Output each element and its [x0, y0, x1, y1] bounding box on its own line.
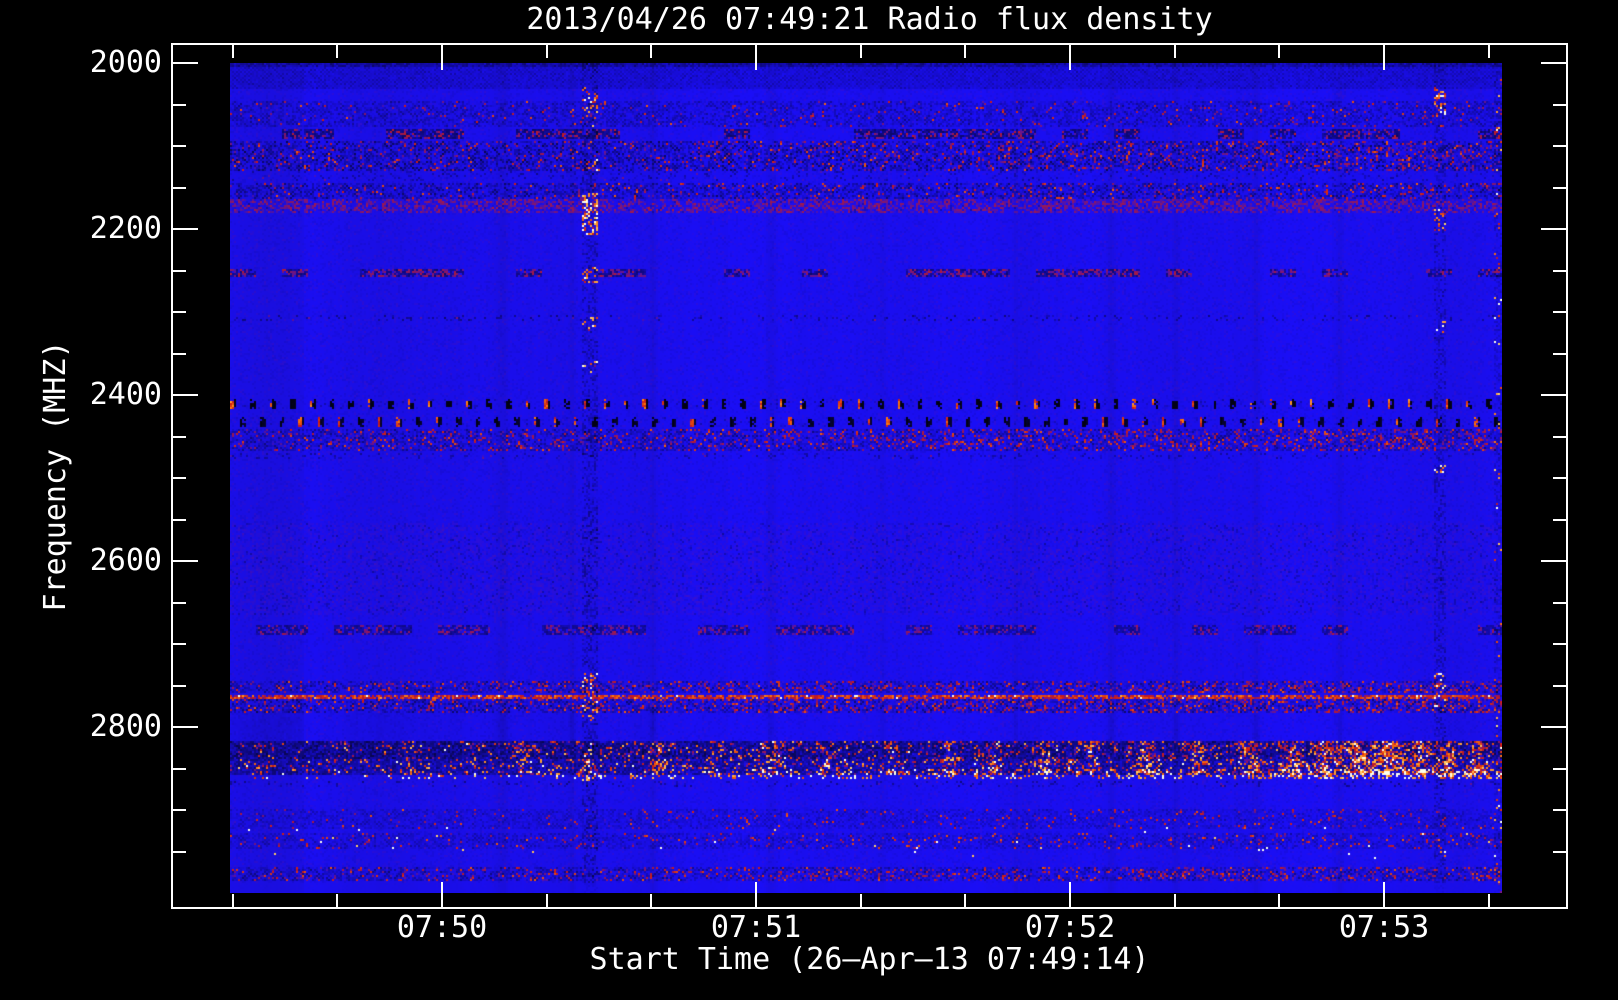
tick-mark	[173, 726, 198, 728]
tick-mark	[232, 45, 234, 58]
tick-mark	[173, 809, 186, 811]
tick-mark	[173, 477, 186, 479]
tick-mark	[1553, 768, 1566, 770]
y-tick-label: 2200	[89, 211, 162, 246]
tick-mark	[173, 768, 186, 770]
tick-mark	[1553, 519, 1566, 521]
tick-mark	[964, 894, 966, 907]
x-tick-label: 07:51	[710, 910, 802, 945]
tick-mark	[1383, 882, 1385, 907]
tick-mark	[860, 894, 862, 907]
tick-mark	[546, 45, 548, 58]
tick-mark	[173, 643, 186, 645]
tick-mark	[1278, 894, 1280, 907]
tick-mark	[173, 145, 186, 147]
tick-mark	[1069, 882, 1071, 907]
tick-mark	[1553, 643, 1566, 645]
tick-mark	[1541, 394, 1566, 396]
y-tick-label: 2600	[89, 543, 162, 578]
tick-mark	[1553, 809, 1566, 811]
tick-mark	[1488, 45, 1490, 58]
tick-mark	[1553, 851, 1566, 853]
tick-mark	[1553, 436, 1566, 438]
tick-mark	[1553, 685, 1566, 687]
x-tick-label: 07:50	[396, 910, 488, 945]
tick-mark	[546, 894, 548, 907]
tick-mark	[1553, 311, 1566, 313]
tick-mark	[755, 882, 757, 907]
spectrogram-figure: 2013/04/26 07:49:21 Radio flux density F…	[0, 0, 1618, 1000]
y-tick-label: 2800	[89, 709, 162, 744]
tick-mark	[755, 45, 757, 70]
tick-mark	[964, 45, 966, 58]
axis-box	[171, 43, 1568, 909]
tick-mark	[173, 270, 186, 272]
tick-mark	[1174, 894, 1176, 907]
tick-mark	[173, 353, 186, 355]
x-axis-label: Start Time (26–Apr–13 07:49:14)	[589, 942, 1150, 977]
tick-mark	[650, 45, 652, 58]
tick-mark	[173, 436, 186, 438]
tick-mark	[1069, 45, 1071, 70]
tick-mark	[1553, 477, 1566, 479]
tick-mark	[441, 45, 443, 70]
tick-mark	[173, 228, 198, 230]
tick-mark	[1553, 145, 1566, 147]
tick-mark	[173, 187, 186, 189]
tick-mark	[336, 894, 338, 907]
tick-mark	[1553, 270, 1566, 272]
tick-mark	[1541, 228, 1566, 230]
tick-mark	[1553, 353, 1566, 355]
y-tick-label: 2000	[89, 45, 162, 80]
tick-mark	[1541, 62, 1566, 64]
tick-mark	[650, 894, 652, 907]
tick-mark	[1278, 45, 1280, 58]
x-tick-label: 07:52	[1024, 910, 1116, 945]
tick-mark	[173, 394, 198, 396]
plot-title: 2013/04/26 07:49:21 Radio flux density	[526, 2, 1213, 37]
tick-mark	[232, 894, 234, 907]
tick-mark	[173, 851, 186, 853]
x-tick-label: 07:53	[1338, 910, 1430, 945]
tick-mark	[441, 882, 443, 907]
tick-mark	[860, 45, 862, 58]
y-tick-label: 2400	[89, 377, 162, 412]
tick-mark	[1553, 187, 1566, 189]
tick-mark	[1553, 104, 1566, 106]
tick-mark	[173, 311, 186, 313]
tick-mark	[1174, 45, 1176, 58]
tick-mark	[173, 602, 186, 604]
tick-mark	[1553, 602, 1566, 604]
tick-mark	[173, 519, 186, 521]
tick-mark	[1541, 726, 1566, 728]
tick-mark	[1541, 560, 1566, 562]
tick-mark	[173, 560, 198, 562]
tick-mark	[173, 62, 198, 64]
tick-mark	[1383, 45, 1385, 70]
tick-mark	[173, 685, 186, 687]
tick-mark	[336, 45, 338, 58]
tick-mark	[173, 104, 186, 106]
tick-mark	[1488, 894, 1490, 907]
